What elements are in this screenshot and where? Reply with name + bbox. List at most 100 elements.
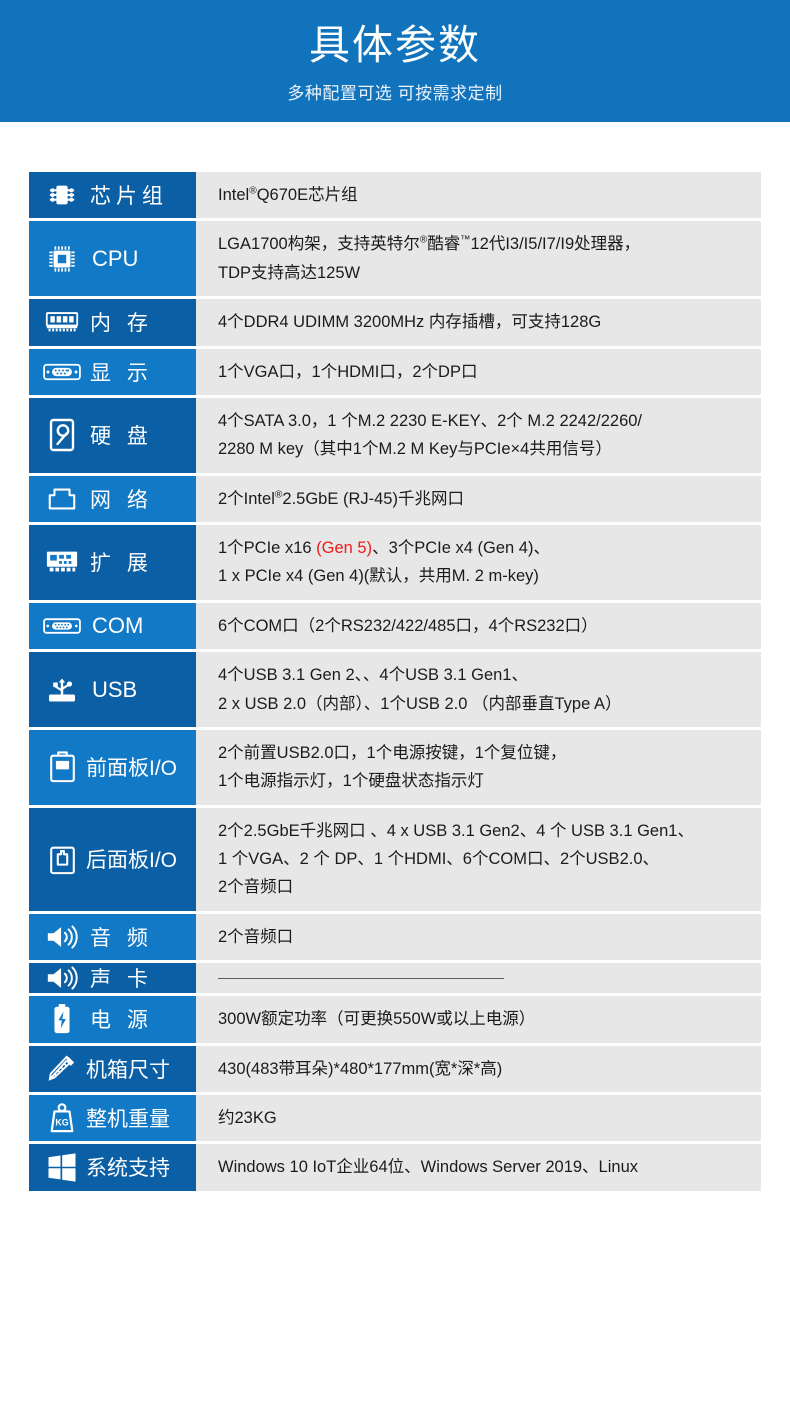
spec-label-text: CPU <box>92 245 139 271</box>
spec-value-cell <box>196 963 761 994</box>
spec-label-text: 内 存 <box>90 312 153 336</box>
page-subtitle: 多种配置可选 可按需求定制 <box>287 83 503 103</box>
spec-value-cell: 4个SATA 3.0，1 个M.2 2230 E-KEY、2个 M.2 2242… <box>196 397 761 473</box>
spec-row: USB 4个USB 3.1 Gen 2、、4个USB 3.1 Gen1、 2 x U… <box>29 652 761 727</box>
spec-value-line: 4个USB 3.1 Gen 2、、4个USB 3.1 Gen1、 <box>218 666 528 685</box>
spec-label-cell: COM <box>29 602 196 650</box>
soundcard-icon <box>40 964 84 992</box>
spec-row: 网 络 2个Intel®2.5GbE (RJ-45)千兆网口 <box>29 475 761 522</box>
spec-row: 声 卡 <box>29 963 761 994</box>
front-panel-icon <box>40 751 84 783</box>
spec-value-cell: 300W额定功率（可更换550W或以上电源） <box>196 996 761 1043</box>
spec-value-line: 2个音频口 <box>218 878 294 897</box>
dimensions-icon <box>40 1054 84 1084</box>
spec-value-cell: 2个前置USB2.0口，1个电源按键，1个复位键， 1个电源指示灯，1个硬盘状态指… <box>196 729 761 805</box>
spec-label-text: 前面板I/O <box>86 757 178 781</box>
spec-label-text: 显 示 <box>90 361 153 385</box>
chipset-icon <box>40 180 84 210</box>
spec-value-line: 1个电源指示灯，1个硬盘状态指示灯 <box>218 772 484 791</box>
spec-value-line: 300W额定功率（可更换550W或以上电源） <box>218 1010 536 1029</box>
spec-label-cell: 硬 盘 <box>29 397 196 473</box>
spec-value-line: 4个DDR4 UDIMM 3200MHz 内存插槽，可支持128G <box>218 313 602 332</box>
spec-table-wrapper: 芯片组 Intel®Q670E芯片组 CPU LGA1700构架，支持英特尔®酷睿™1… <box>0 122 790 1194</box>
windows-icon <box>40 1152 84 1183</box>
spec-value-line: 1个VGA口，1个HDMI口，2个DP口 <box>218 362 478 381</box>
network-icon <box>40 486 84 512</box>
spec-value-cell: 4个DDR4 UDIMM 3200MHz 内存插槽，可支持128G <box>196 299 761 346</box>
com-port-icon <box>40 616 84 636</box>
spec-label-cell: 显 示 <box>29 348 196 395</box>
spec-value-line: 430(483带耳朵)*480*177mm(宽*深*高) <box>218 1059 503 1078</box>
spec-value-line: 1 个VGA、2 个 DP、1 个HDMI、6个COM口、2个USB2.0、 <box>218 850 660 868</box>
spec-value-line: 2个前置USB2.0口，1个电源按键，1个复位键， <box>218 743 567 762</box>
spec-value-line: LGA1700构架，支持英特尔®酷睿™12代I3/I5/I7/I9处理器， <box>218 234 641 254</box>
display-icon <box>40 361 84 383</box>
spec-row: 后面板I/O 2个2.5GbE千兆网口 、4 x USB 3.1 Gen2、4 个… <box>29 807 761 911</box>
spec-label-cell: KG 整机重量 <box>29 1094 196 1142</box>
spec-row: 芯片组 Intel®Q670E芯片组 <box>29 172 761 219</box>
spec-label-text: 扩 展 <box>90 552 153 576</box>
spec-label-cell: 音 频 <box>29 913 196 961</box>
spec-label-text: USB <box>92 676 138 702</box>
spec-label-text: 芯片组 <box>90 185 168 209</box>
spec-value-cell: 2个Intel®2.5GbE (RJ-45)千兆网口 <box>196 475 761 522</box>
weight-icon: KG <box>40 1102 84 1134</box>
spec-value-cell: 430(483带耳朵)*480*177mm(宽*深*高) <box>196 1045 761 1092</box>
spec-value-cell: 6个COM口（2个RS232/422/485口，4个RS232口） <box>196 602 761 650</box>
memory-icon <box>40 309 84 335</box>
spec-row: 内 存 4个DDR4 UDIMM 3200MHz 内存插槽，可支持128G <box>29 299 761 346</box>
spec-label-text: 网 络 <box>90 488 153 512</box>
spec-row: 系统支持 Windows 10 IoT企业64位、Windows Server 2… <box>29 1144 761 1191</box>
spec-value-cell: 约23KG <box>196 1094 761 1142</box>
spec-label-cell: 前面板I/O <box>29 729 196 805</box>
spec-label-cell: 内 存 <box>29 299 196 346</box>
expansion-icon <box>40 548 84 576</box>
spec-row: 硬 盘 4个SATA 3.0，1 个M.2 2230 E-KEY、2个 M.2 … <box>29 397 761 473</box>
spec-row: KG 整机重量 约23KG <box>29 1094 761 1142</box>
harddisk-icon <box>40 418 84 452</box>
spec-value-line: 1 x PCIe x4 (Gen 4)(默认，共用M. 2 m-key) <box>218 567 539 586</box>
spec-label-text: 整机重量 <box>86 1108 170 1132</box>
spec-value-line: 2个音频口 <box>218 927 294 946</box>
spec-label-cell: 电 源 <box>29 996 196 1043</box>
spec-row: COM 6个COM口（2个RS232/422/485口，4个RS232口） <box>29 602 761 650</box>
spec-label-cell: 声 卡 <box>29 963 196 994</box>
spec-row: 扩 展 1个PCIe x16 (Gen 5)、3个PCIe x4 (Gen 4)、… <box>29 525 761 600</box>
spec-value-line: 1个PCIe x16 (Gen 5)、3个PCIe x4 (Gen 4)、 <box>218 539 550 557</box>
spec-label-text: COM <box>92 612 144 638</box>
spec-label-cell: 芯片组 <box>29 172 196 219</box>
spec-row: CPU LGA1700构架，支持英特尔®酷睿™12代I3/I5/I7/I9处理器，… <box>29 221 761 297</box>
spec-row: 电 源 300W额定功率（可更换550W或以上电源） <box>29 996 761 1043</box>
page-header-banner: 具体参数 多种配置可选 可按需求定制 <box>0 0 790 122</box>
audio-icon <box>40 923 84 951</box>
spec-value-cell: 2个2.5GbE千兆网口 、4 x USB 3.1 Gen2、4 个 USB 3… <box>196 807 761 911</box>
usb-icon <box>40 675 84 705</box>
spec-value-cell: 4个USB 3.1 Gen 2、、4个USB 3.1 Gen1、 2 x USB … <box>196 652 761 727</box>
empty-value-rule <box>218 977 504 979</box>
power-icon <box>40 1003 84 1035</box>
spec-value-cell: Intel®Q670E芯片组 <box>196 172 761 219</box>
spec-label-cell: 扩 展 <box>29 525 196 600</box>
svg-text:KG: KG <box>55 1118 68 1128</box>
spec-value-line: TDP支持高达125W <box>218 263 361 282</box>
spec-label-cell: 后面板I/O <box>29 807 196 911</box>
spec-value-line: Intel®Q670E芯片组 <box>218 185 358 204</box>
spec-label-cell: 系统支持 <box>29 1144 196 1191</box>
spec-label-text: 音 频 <box>90 926 153 950</box>
spec-label-text: 硬 盘 <box>90 425 153 449</box>
spec-value-cell: Windows 10 IoT企业64位、Windows Server 2019、… <box>196 1144 761 1191</box>
spec-value-line: 2 x USB 2.0（内部）、1个USB 2.0 （内部垂直Type A） <box>218 694 622 713</box>
specifications-table: 芯片组 Intel®Q670E芯片组 CPU LGA1700构架，支持英特尔®酷睿™1… <box>29 172 761 1194</box>
spec-value-line: Windows 10 IoT企业64位、Windows Server 2019、… <box>218 1158 639 1177</box>
rear-panel-icon <box>40 843 84 875</box>
spec-label-cell: USB <box>29 652 196 727</box>
spec-label-cell: 网 络 <box>29 475 196 522</box>
spec-value-line: 2280 M key（其中1个M.2 M Key与PCIe×4共用信号） <box>218 440 612 459</box>
spec-value-line: 6个COM口（2个RS232/422/485口，4个RS232口） <box>218 616 598 635</box>
spec-label-cell: CPU <box>29 221 196 297</box>
spec-row: 音 频 2个音频口 <box>29 913 761 961</box>
spec-value-line: 4个SATA 3.0，1 个M.2 2230 E-KEY、2个 M.2 2242… <box>218 411 643 430</box>
spec-label-text: 声 卡 <box>90 968 153 992</box>
spec-value-line: 约23KG <box>218 1108 277 1127</box>
spec-label-text: 电 源 <box>90 1009 153 1033</box>
